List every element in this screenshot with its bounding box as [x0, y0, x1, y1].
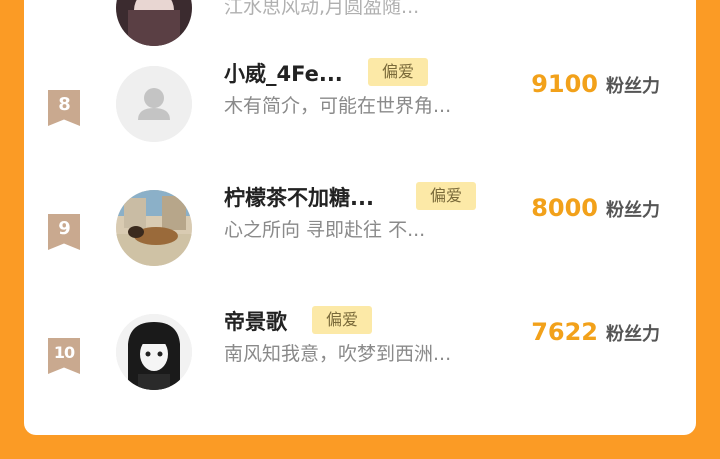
rank-badge: 10	[48, 338, 80, 374]
fan-power-value: 9100	[531, 70, 598, 98]
fan-power: 8000 粉丝力	[531, 194, 660, 222]
fan-power: 9100 粉丝力	[531, 70, 660, 98]
anime-girl-avatar	[116, 314, 192, 390]
rank-badge: 9	[48, 214, 80, 250]
list-item[interactable]: 8 小威_4Fe... 偏爱 木有简介，可能在世界角... 9100 粉丝力	[24, 58, 696, 166]
user-bio: 木有简介，可能在世界角...	[224, 95, 452, 117]
status-badge: 偏爱	[312, 306, 373, 334]
user-bio: 心之所向 寻即赴往 不...	[224, 219, 426, 241]
status-badge: 偏爱	[416, 182, 477, 210]
status-badge: 偏爱	[368, 58, 429, 86]
avatar[interactable]	[116, 314, 192, 390]
avatar[interactable]	[116, 190, 192, 266]
avatar[interactable]	[116, 0, 192, 46]
user-name[interactable]: 小威_4Fe...	[224, 58, 343, 88]
list-item[interactable]: 江水思风动,月圆盈随...	[24, 0, 696, 62]
user-name[interactable]: 帝景歌	[224, 306, 287, 336]
dog-photo-avatar	[116, 190, 192, 266]
fan-power-unit: 粉丝力	[606, 324, 660, 345]
default-user-icon	[116, 66, 192, 142]
fan-power-unit: 粉丝力	[606, 76, 660, 97]
user-bio: 江水思风动,月圆盈随...	[224, 0, 420, 18]
list-item[interactable]: 10 帝景歌 偏爱 南风知我意，吹梦到西洲... 7622 粉丝力	[24, 306, 696, 414]
fan-power-unit: 粉丝力	[606, 200, 660, 221]
avatar[interactable]	[116, 66, 192, 142]
fan-power-value: 8000	[531, 194, 598, 222]
rank-badge: 8	[48, 90, 80, 126]
user-name[interactable]: 柠檬茶不加糖...	[224, 182, 374, 212]
fan-power: 7622 粉丝力	[531, 318, 660, 346]
fan-power-value: 7622	[531, 318, 598, 346]
list-item[interactable]: 9 柠檬茶不加糖... 偏爱 心之所向 寻即赴往 不... 8000 粉丝力	[24, 182, 696, 290]
ranking-card: 江水思风动,月圆盈随... 8 小威_4Fe... 偏爱 木有简介，可能在世界角…	[24, 0, 696, 435]
user-bio: 南风知我意，吹梦到西洲...	[224, 343, 452, 365]
